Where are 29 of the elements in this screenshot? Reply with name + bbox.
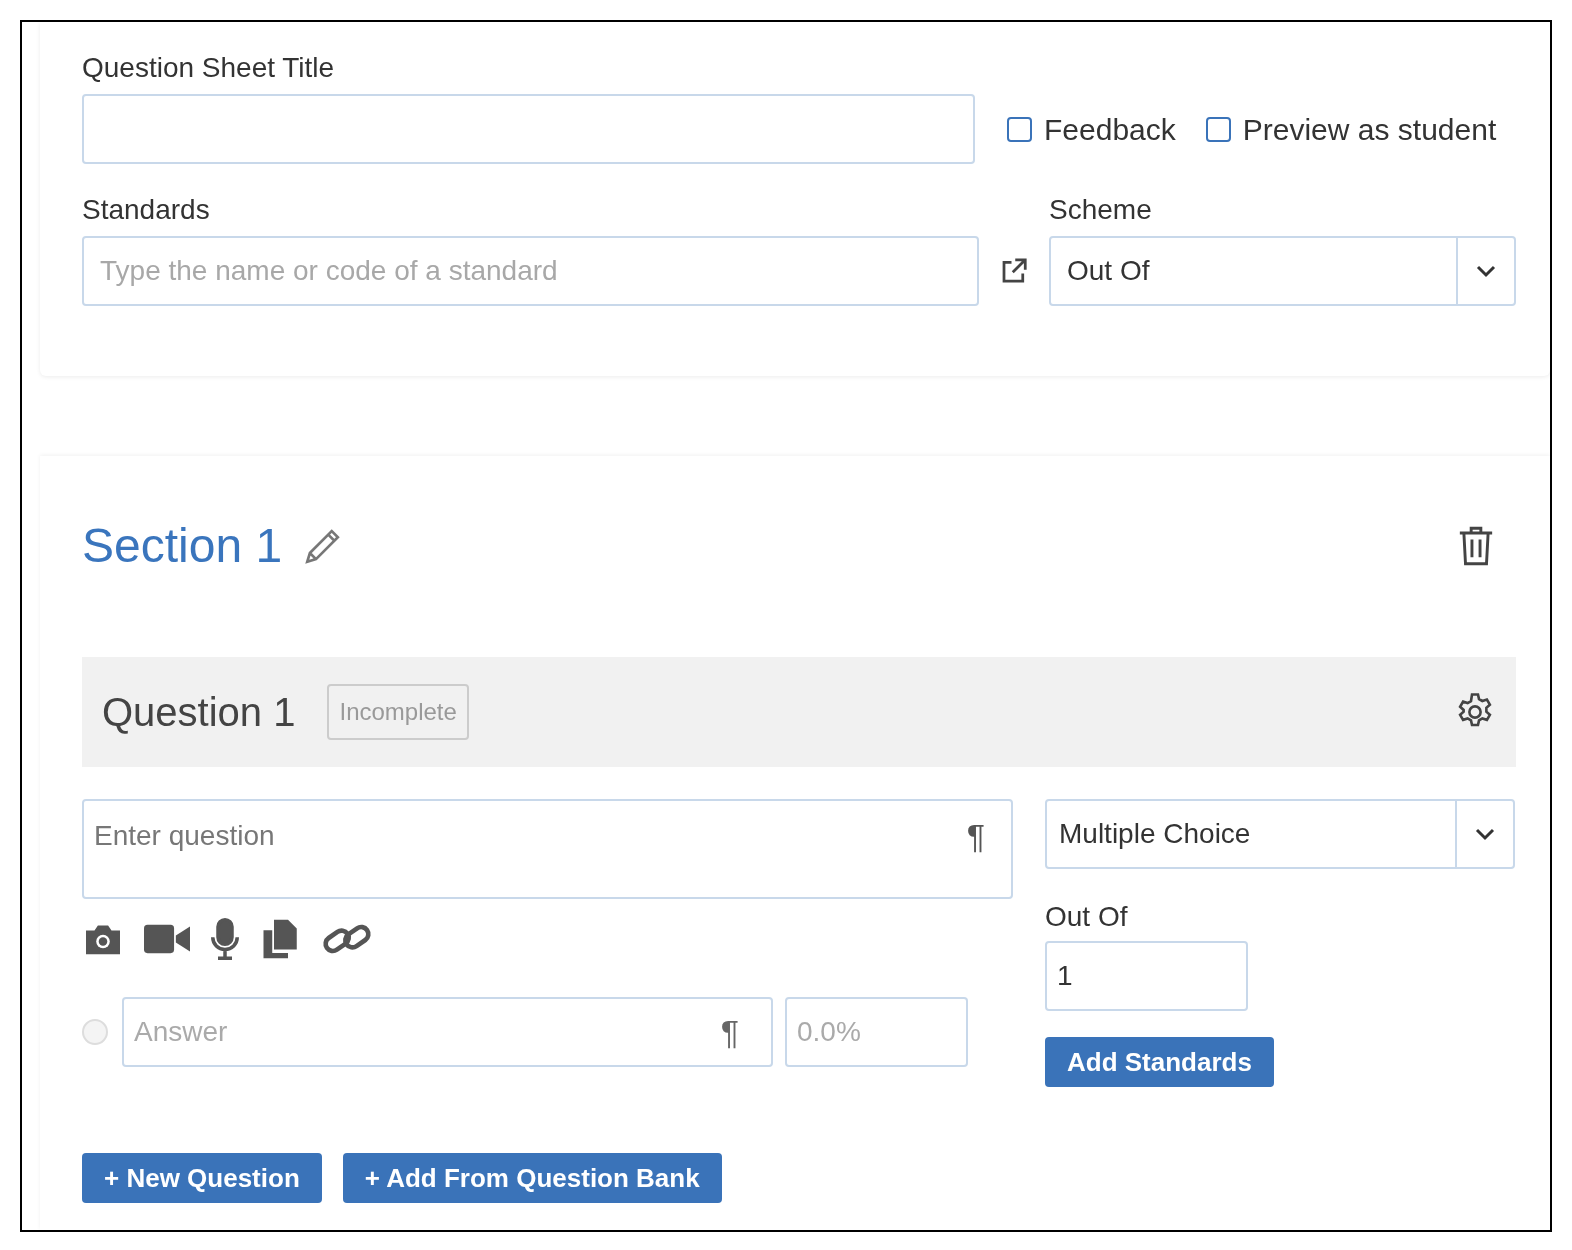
field-label: Out Of: [1045, 900, 1129, 934]
radio-button[interactable]: [82, 1019, 108, 1045]
chevron-down-icon: [1475, 264, 1497, 278]
add-question-button[interactable]: + Add From Question Bank: [342, 1153, 722, 1203]
field-label: Standards: [82, 193, 211, 227]
section-title: Section 1: [82, 518, 283, 574]
scheme-select[interactable]: Out Of: [1049, 236, 1516, 306]
standards-input[interactable]: Type the name or code of a standard: [82, 236, 979, 306]
paragraph-format-icon[interactable]: ¶: [720, 1015, 739, 1049]
add-question-button[interactable]: + New Question: [82, 1153, 322, 1203]
checkbox-label: Preview as student: [1242, 111, 1497, 148]
field-label: Scheme: [1049, 193, 1153, 227]
checkbox[interactable]: [1007, 116, 1032, 142]
question-title: Question 1: [102, 689, 296, 736]
status-badge: Incomplete: [327, 684, 469, 740]
paragraph-format-icon[interactable]: ¶: [966, 819, 985, 853]
add-standards-button[interactable]: Add Standards: [1045, 1037, 1274, 1087]
question-textarea[interactable]: Enter question ¶: [82, 799, 1013, 899]
video-camera-icon[interactable]: [144, 923, 190, 955]
title-input[interactable]: [82, 94, 975, 164]
field-label: Question Sheet Title: [82, 51, 336, 85]
percent-input[interactable]: 0.0%: [785, 997, 968, 1067]
microphone-icon[interactable]: [210, 918, 240, 960]
question-type-select[interactable]: Multiple Choice: [1045, 799, 1515, 869]
chevron-down-icon: [1474, 827, 1496, 841]
checkbox[interactable]: [1205, 116, 1231, 142]
answer-field[interactable]: Answer ¶: [122, 997, 773, 1067]
out-of-input[interactable]: 1: [1045, 941, 1248, 1011]
checkbox-label: Feedback: [1044, 111, 1176, 148]
